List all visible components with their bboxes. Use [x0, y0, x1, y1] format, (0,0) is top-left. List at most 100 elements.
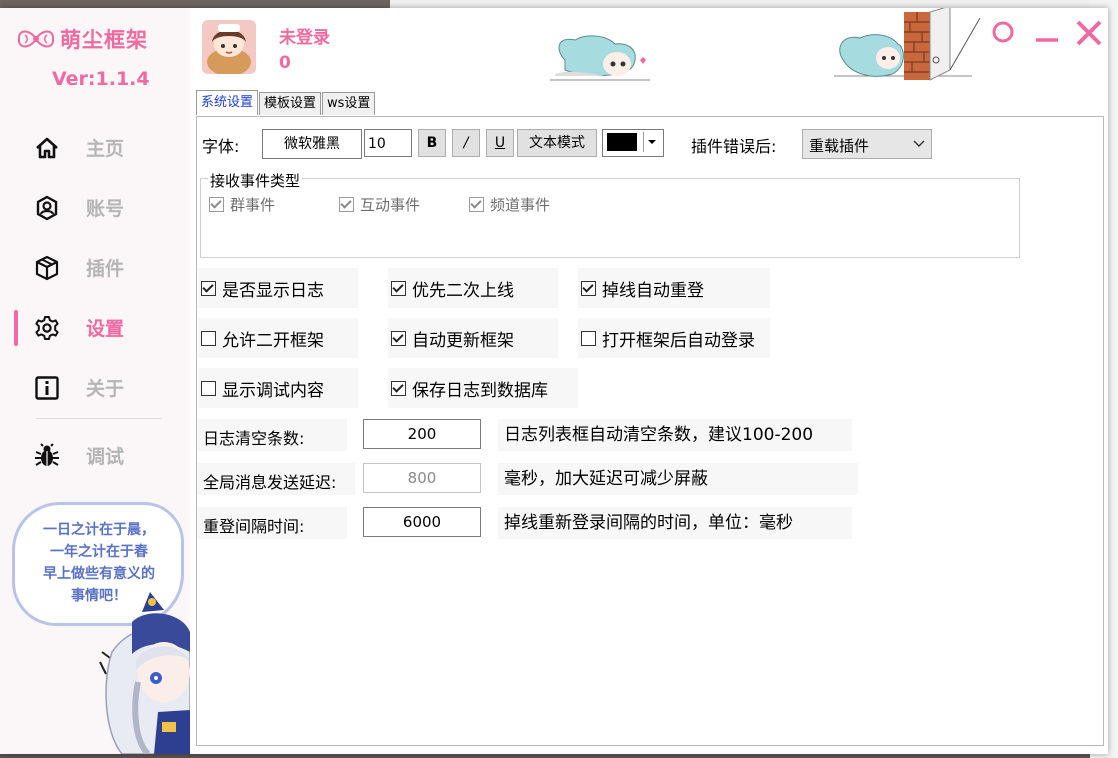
log-clear-count-input[interactable]: 200	[363, 419, 481, 449]
checkbox-label: 频道事件	[490, 196, 551, 214]
info-icon	[35, 376, 59, 400]
group-event-checkbox[interactable]: 群事件	[206, 194, 275, 215]
checkbox-label: 允许二开框架	[222, 330, 324, 351]
log-clear-count-row: 日志清空条数:	[197, 419, 347, 451]
checkbox-label: 自动更新框架	[412, 330, 514, 351]
event-type-group	[200, 178, 1020, 258]
checkbox-box	[201, 330, 216, 346]
tab-system-settings[interactable]: 系统设置	[196, 90, 259, 115]
checkbox-label: 保存日志到数据库	[412, 380, 548, 401]
sidebar-item-plugins[interactable]: 插件	[0, 238, 190, 298]
quote-line: 一日之计在于晨，	[43, 522, 155, 538]
sidebar-nav: 主页 账号 插件 设置 关于	[0, 118, 190, 418]
font-name-field[interactable]: 微软雅黑	[262, 129, 362, 159]
checkbox-label: 显示调试内容	[222, 380, 324, 401]
anime-girl-illustration	[99, 592, 190, 754]
auto-relogin-checkbox[interactable]: 掉线自动重登	[578, 268, 770, 308]
color-swatch	[607, 133, 637, 151]
event-type-group-title: 接收事件类型	[208, 170, 303, 191]
brand: 萌尘框架	[16, 24, 148, 54]
app-version: Ver:1.1.4	[52, 68, 150, 90]
close-button[interactable]	[1074, 18, 1104, 48]
relogin-interval-hint: 掉线重新登录间隔的时间，单位：毫秒	[498, 507, 852, 539]
mascot-decoration	[550, 35, 650, 81]
quote-line: 一年之计在于春	[50, 544, 148, 560]
auto-login-on-open-checkbox[interactable]: 打开框架后自动登录	[578, 318, 770, 358]
home-icon	[36, 137, 58, 159]
sidebar-item-label: 设置	[86, 318, 125, 340]
sidebar-divider	[36, 418, 162, 419]
log-clear-count-label: 日志清空条数:	[203, 429, 305, 448]
text-mode-button[interactable]: 文本模式	[517, 129, 597, 157]
relogin-interval-input[interactable]: 6000	[363, 507, 481, 537]
wall-mascot-decoration	[834, 8, 981, 81]
bold-button[interactable]: B	[418, 129, 446, 157]
plugin-cube-icon	[35, 255, 59, 281]
log-clear-count-hint: 日志列表框自动清空条数，建议100-200	[498, 419, 852, 451]
checkbox-label: 打开框架后自动登录	[602, 330, 755, 351]
plugin-error-select[interactable]: 重载插件	[802, 129, 932, 159]
login-count: 0	[279, 53, 291, 73]
avatar-image	[202, 20, 256, 74]
app-name: 萌尘框架	[60, 28, 148, 52]
save-log-db-checkbox[interactable]: 保存日志到数据库	[388, 368, 578, 408]
bug-icon	[35, 443, 59, 466]
checkbox-box	[201, 280, 216, 296]
send-delay-input[interactable]: 800	[363, 463, 481, 493]
checkbox-box	[391, 330, 406, 346]
sidebar: 萌尘框架 Ver:1.1.4 主页 账号 插件 设置 关于 调试 一日之计在于晨…	[0, 8, 190, 754]
app-window: 萌尘框架 Ver:1.1.4 主页 账号 插件 设置 关于 调试 一日之计在于晨…	[0, 8, 1108, 754]
sidebar-debug-container: 调试	[0, 426, 190, 486]
account-icon	[36, 195, 58, 221]
show-debug-checkbox[interactable]: 显示调试内容	[198, 368, 358, 408]
checkbox-box	[469, 197, 484, 212]
italic-button[interactable]: /	[452, 129, 480, 157]
checkbox-box	[201, 380, 216, 396]
checkbox-label: 优先二次上线	[412, 280, 514, 301]
color-picker[interactable]	[602, 129, 664, 157]
tab-template-settings[interactable]: 模板设置	[259, 92, 322, 115]
auto-update-checkbox[interactable]: 自动更新框架	[388, 318, 558, 358]
plugin-error-selected: 重载插件	[809, 137, 870, 155]
sidebar-item-settings[interactable]: 设置	[0, 298, 190, 358]
sidebar-item-account[interactable]: 账号	[0, 178, 190, 238]
sidebar-item-debug[interactable]: 调试	[0, 426, 190, 486]
send-delay-hint: 毫秒，加大延迟可减少屏蔽	[498, 463, 858, 495]
checkbox-label: 互动事件	[360, 196, 421, 214]
checkbox-box	[391, 380, 406, 396]
checkbox-label: 掉线自动重登	[602, 280, 704, 301]
checkbox-label: 群事件	[230, 196, 276, 214]
prefer-secondary-login-checkbox[interactable]: 优先二次上线	[388, 268, 558, 308]
sidebar-item-label: 主页	[86, 138, 125, 160]
font-size-field[interactable]: 10	[364, 129, 412, 157]
avatar[interactable]	[202, 20, 256, 74]
tab-ws-settings[interactable]: ws设置	[322, 92, 376, 115]
interaction-event-checkbox[interactable]: 互动事件	[336, 194, 420, 215]
minimize-button[interactable]	[1032, 18, 1062, 48]
font-label: 字体:	[202, 137, 240, 156]
checkbox-box	[209, 197, 224, 212]
settings-tabs: 系统设置 模板设置 ws设置	[196, 90, 376, 116]
sidebar-item-about[interactable]: 关于	[0, 358, 190, 418]
checkbox-box	[339, 197, 354, 212]
allow-second-dev-checkbox[interactable]: 允许二开框架	[198, 318, 358, 358]
sidebar-item-label: 关于	[86, 378, 125, 400]
gear-icon	[35, 316, 59, 340]
show-log-checkbox[interactable]: 是否显示日志	[198, 268, 358, 308]
relogin-interval-label: 重登间隔时间:	[203, 517, 305, 536]
plugin-error-label: 插件错误后:	[691, 137, 777, 156]
sidebar-item-home[interactable]: 主页	[0, 118, 190, 178]
sidebar-item-label: 账号	[86, 198, 125, 220]
underline-button[interactable]: U	[486, 129, 514, 157]
channel-event-checkbox[interactable]: 频道事件	[466, 194, 550, 215]
sidebar-item-label: 调试	[86, 446, 125, 468]
sidebar-item-label: 插件	[86, 258, 125, 280]
send-delay-row: 全局消息发送延迟:	[197, 463, 355, 495]
checkbox-box	[391, 280, 406, 296]
checkbox-label: 是否显示日志	[222, 280, 324, 301]
checkbox-box	[581, 280, 596, 296]
chevron-down-icon	[643, 132, 660, 152]
checkbox-box	[581, 330, 596, 346]
chevron-down-icon	[913, 140, 925, 147]
circle-button[interactable]	[988, 18, 1018, 48]
